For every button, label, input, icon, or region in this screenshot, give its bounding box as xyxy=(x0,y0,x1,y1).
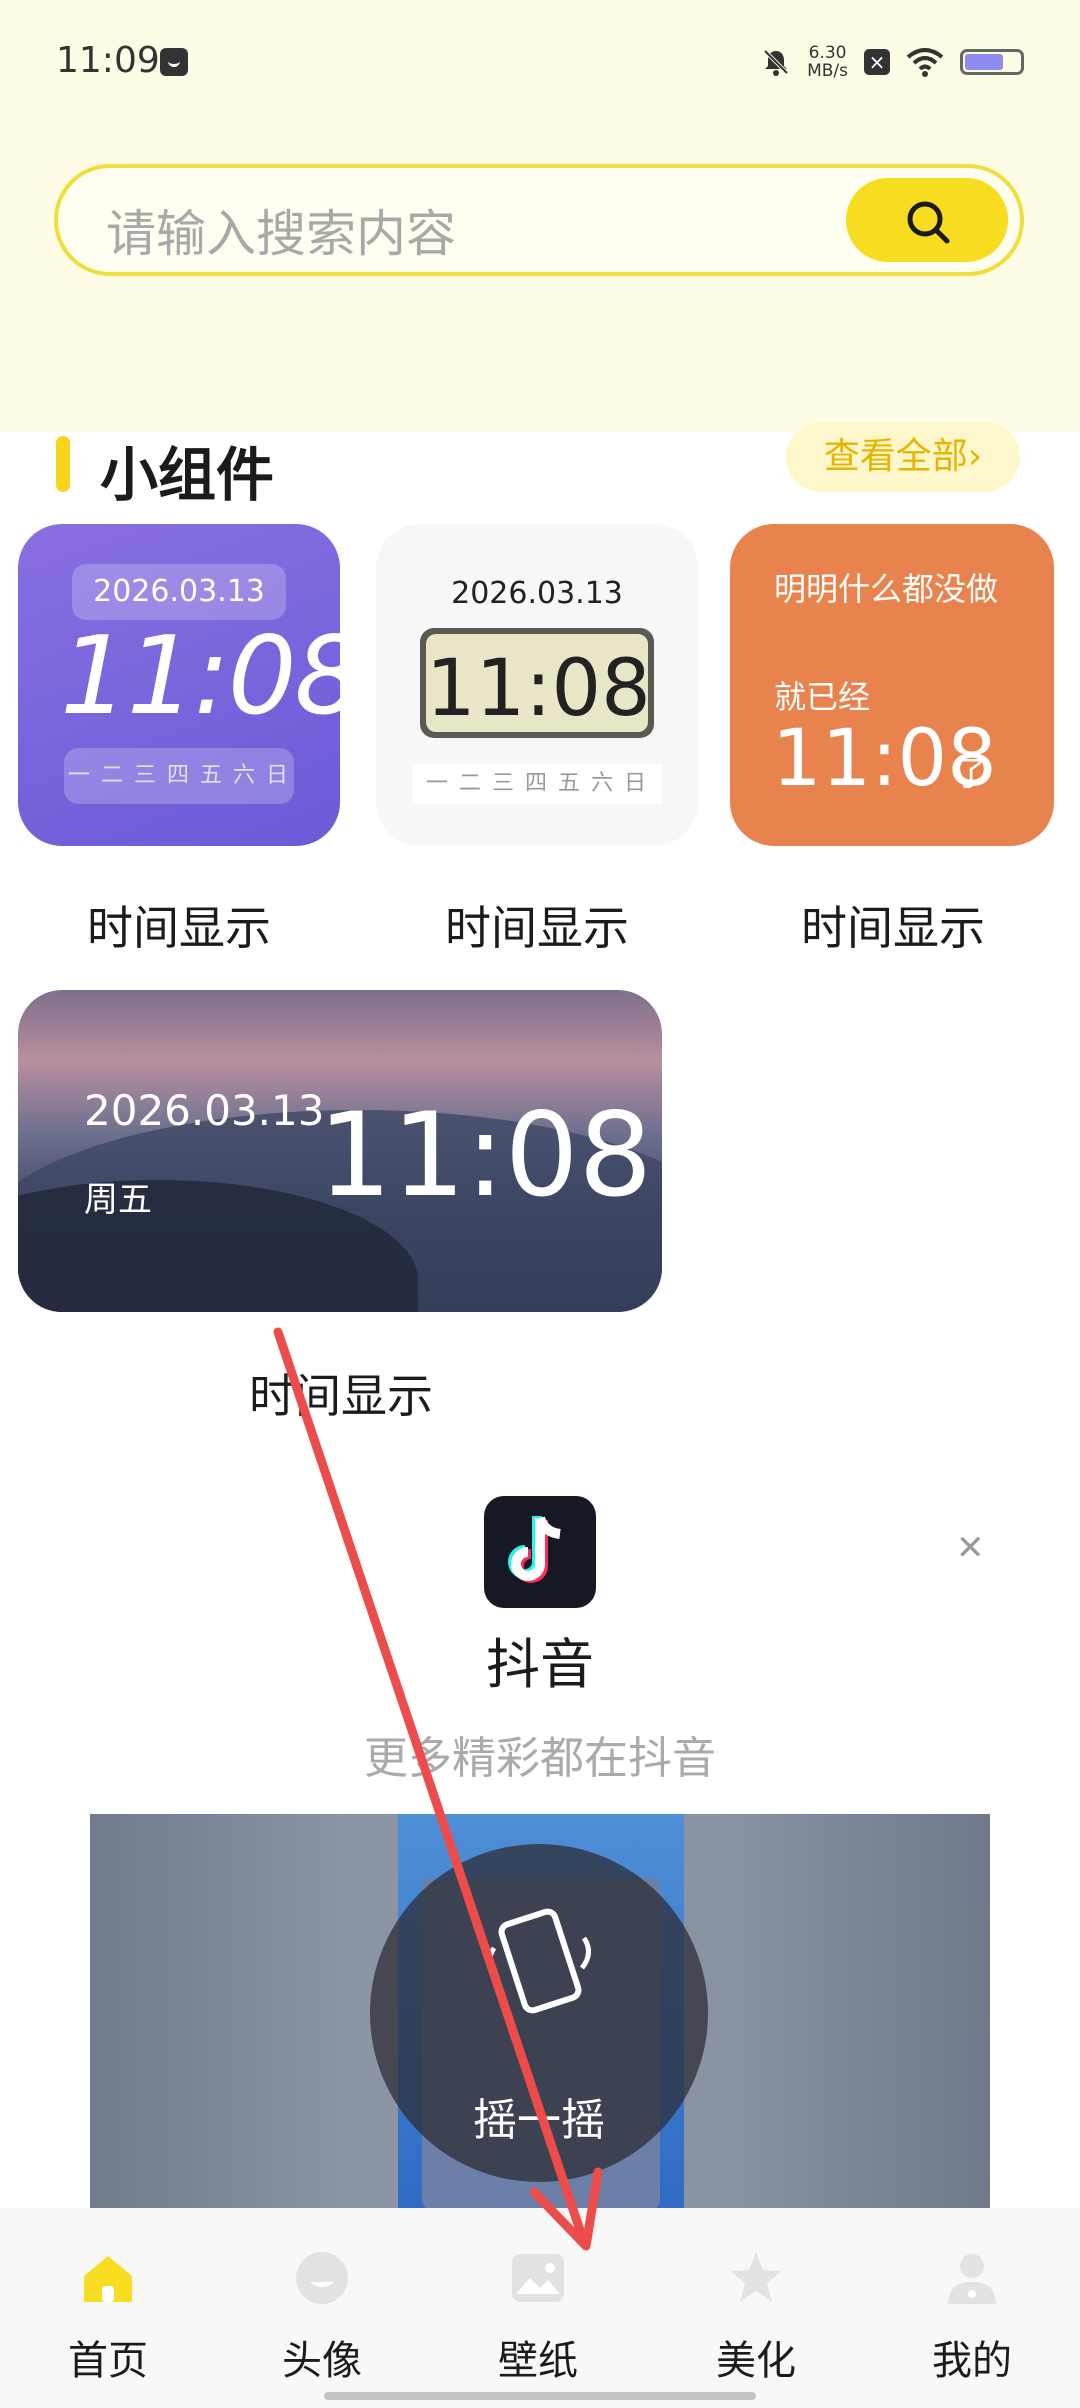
wifi-icon xyxy=(906,48,944,77)
widget-time: 11:08 xyxy=(60,614,340,739)
widget-text-line2: 就已经 xyxy=(774,678,871,716)
widget-text-suffix: 了 xyxy=(954,754,988,794)
douyin-logo-icon[interactable] xyxy=(484,1496,596,1608)
widget-weekdays: 一 二 三 四 五 六 日 xyxy=(412,764,662,804)
network-speed-value: 6.30 xyxy=(808,43,847,63)
battery-level xyxy=(965,54,1003,70)
star-icon xyxy=(730,2252,782,2302)
promo-subtitle: 更多精彩都在抖音 xyxy=(364,1733,716,1784)
avatar-icon xyxy=(296,2252,348,2304)
view-all-button[interactable]: 查看全部› xyxy=(786,422,1020,492)
widget-purple-clock[interactable]: 2026.03.13 11:08 一 二 三 四 五 六 日 xyxy=(18,524,340,846)
close-icon[interactable]: ✕ xyxy=(956,1528,985,1568)
widget-date: 2026.03.13 xyxy=(84,1086,325,1135)
widget-caption: 时间显示 xyxy=(87,901,271,955)
bottom-navigation: 首页 头像 壁纸 美化 我的 xyxy=(0,2208,1080,2408)
widget-time: 11:08 xyxy=(426,644,651,734)
widget-text-line1: 明明什么都没做 xyxy=(774,570,999,608)
widget-caption: 时间显示 xyxy=(249,1369,433,1423)
network-speed-unit: MB/s xyxy=(807,61,848,81)
widget-weekday: 周五 xyxy=(84,1180,152,1220)
nav-label: 头像 xyxy=(282,2338,362,2384)
widget-date: 2026.03.13 xyxy=(451,576,623,611)
nav-item-wallpaper[interactable]: 壁纸 xyxy=(458,2248,618,2384)
status-bar: 11:09 6.30 MB/s × xyxy=(0,0,1080,120)
nav-label: 美化 xyxy=(716,2338,796,2384)
nav-label: 壁纸 xyxy=(498,2338,578,2384)
widget-landscape-clock[interactable]: 2026.03.13 周五 11:08 xyxy=(18,990,662,1312)
nav-item-profile[interactable]: 我的 xyxy=(892,2248,1052,2384)
search-input[interactable]: 请输入搜索内容 xyxy=(106,194,456,266)
nav-label: 我的 xyxy=(932,2338,1012,2384)
status-time: 11:09 xyxy=(56,40,160,81)
network-speed: 6.30 MB/s xyxy=(807,44,848,80)
home-indicator[interactable] xyxy=(324,2392,756,2400)
profile-icon xyxy=(948,2254,996,2304)
nav-label: 首页 xyxy=(68,2338,148,2384)
search-bar[interactable]: 请输入搜索内容 xyxy=(54,164,1024,276)
mute-bell-icon xyxy=(763,49,789,76)
shake-phone-icon xyxy=(487,1908,591,2014)
nav-item-beautify[interactable]: 美化 xyxy=(676,2248,836,2384)
widget-lcd-clock[interactable]: 2026.03.13 11:08 一 二 三 四 五 六 日 xyxy=(376,524,698,846)
widget-orange-text-clock[interactable]: 明明什么都没做 就已经 11:08 了 xyxy=(730,524,1054,846)
home-icon xyxy=(84,2256,132,2302)
widget-weekdays: 一 二 三 四 五 六 日 xyxy=(64,748,294,804)
shake-prompt[interactable]: 摇一摇 xyxy=(370,1844,708,2182)
notification-app-icon xyxy=(160,48,188,76)
widget-caption: 时间显示 xyxy=(801,901,985,955)
nav-item-home[interactable]: 首页 xyxy=(28,2248,188,2384)
search-icon xyxy=(907,201,950,244)
status-icons: 6.30 MB/s × xyxy=(761,44,1024,80)
widget-date: 2026.03.13 xyxy=(72,564,286,620)
section-title: 小组件 xyxy=(100,441,275,509)
widget-caption: 时间显示 xyxy=(445,901,629,955)
chevron-right-icon: › xyxy=(967,436,983,477)
widget-lcd-screen: 11:08 xyxy=(420,628,654,738)
widget-time: 11:08 xyxy=(318,1088,653,1223)
view-all-label: 查看全部 xyxy=(823,436,968,477)
battery-icon xyxy=(960,49,1024,75)
section-accent-bar xyxy=(56,436,70,492)
search-button[interactable] xyxy=(846,178,1008,262)
shake-label: 摇一摇 xyxy=(473,2095,605,2146)
promo-banner[interactable]: 摇一摇 xyxy=(90,1814,990,2210)
notification-x-icon: × xyxy=(864,49,890,75)
nav-item-avatar[interactable]: 头像 xyxy=(242,2248,402,2384)
promo-app-name: 抖音 xyxy=(486,1633,594,1696)
wallpaper-icon xyxy=(512,2254,564,2302)
